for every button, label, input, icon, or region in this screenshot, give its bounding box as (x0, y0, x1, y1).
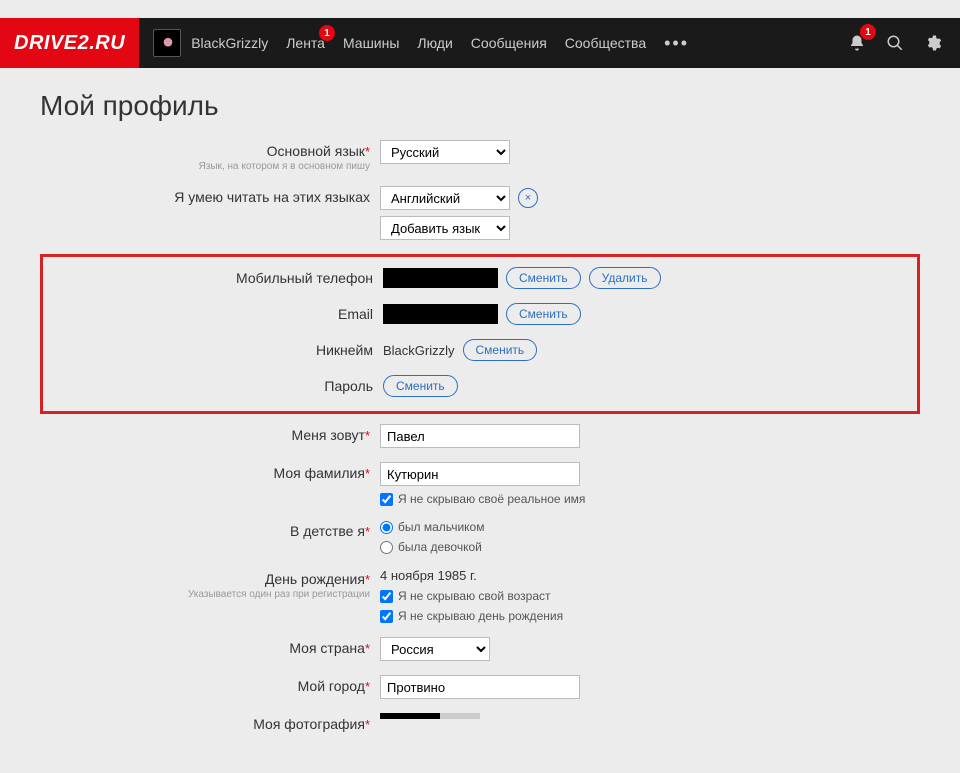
phone-label: Мобильный телефон (236, 270, 373, 286)
nav-cars[interactable]: Машины (343, 35, 399, 51)
city-input[interactable] (380, 675, 580, 699)
page-title: Мой профиль (40, 90, 920, 122)
row-childhood: В детстве я* был мальчиком была девочкой (40, 520, 920, 554)
notif-badge: 1 (860, 24, 876, 40)
phone-change-button[interactable]: Сменить (506, 267, 581, 289)
row-birthday: День рождения* Указывается один раз при … (40, 568, 920, 623)
phone-value-redacted (383, 268, 498, 288)
bell-icon[interactable]: 1 (848, 34, 866, 52)
row-password: Пароль Сменить (43, 375, 917, 397)
country-select[interactable]: Россия (380, 637, 490, 661)
bday-checkbox[interactable] (380, 610, 393, 623)
add-language-select[interactable]: Добавить язык (380, 216, 510, 240)
highlighted-section: Мобильный телефон Сменить Удалить Email … (40, 254, 920, 414)
remove-language-button[interactable]: × (518, 188, 538, 208)
realname-checkbox[interactable] (380, 493, 393, 506)
bday-checkbox-text: Я не скрываю день рождения (398, 609, 563, 623)
logo[interactable]: DRIVE2.RU (0, 18, 139, 68)
country-label: Моя страна (289, 640, 365, 656)
age-checkbox-label[interactable]: Я не скрываю свой возраст (380, 589, 920, 603)
nickname-label: Никнейм (316, 342, 373, 358)
email-change-button[interactable]: Сменить (506, 303, 581, 325)
realname-checkbox-text: Я не скрываю своё реальное имя (398, 492, 585, 506)
top-nav: BlackGrizzly Лента1 Машины Люди Сообщени… (191, 33, 689, 54)
row-read-languages: Я умею читать на этих языках Английский … (40, 186, 920, 240)
surname-input[interactable] (380, 462, 580, 486)
nav-feed[interactable]: Лента1 (286, 35, 325, 51)
avatar[interactable] (153, 29, 181, 57)
nickname-change-button[interactable]: Сменить (463, 339, 538, 361)
boy-radio-text: был мальчиком (398, 520, 484, 534)
birthday-hint: Указывается один раз при регистрации (40, 589, 370, 600)
password-label: Пароль (324, 378, 373, 394)
nav-people[interactable]: Люди (417, 35, 452, 51)
row-email: Email Сменить (43, 303, 917, 325)
realname-checkbox-label[interactable]: Я не скрываю своё реальное имя (380, 492, 920, 506)
row-photo: Моя фотография* (40, 713, 920, 732)
feed-badge: 1 (319, 25, 335, 41)
nav-communities[interactable]: Сообщества (565, 35, 646, 51)
boy-radio[interactable] (380, 521, 393, 534)
row-language: Основной язык* Язык, на котором я в осно… (40, 140, 920, 172)
girl-radio[interactable] (380, 541, 393, 554)
email-label: Email (338, 306, 373, 322)
firstname-input[interactable] (380, 424, 580, 448)
search-icon[interactable] (886, 34, 904, 52)
photo-thumbnail[interactable] (380, 713, 480, 719)
girl-radio-label[interactable]: была девочкой (380, 540, 920, 554)
row-phone: Мобильный телефон Сменить Удалить (43, 267, 917, 289)
nav-messages[interactable]: Сообщения (471, 35, 547, 51)
girl-radio-text: была девочкой (398, 540, 482, 554)
phone-delete-button[interactable]: Удалить (589, 267, 661, 289)
photo-label: Моя фотография (253, 716, 365, 732)
boy-radio-label[interactable]: был мальчиком (380, 520, 920, 534)
content: Мой профиль Основной язык* Язык, на кото… (0, 68, 960, 732)
nav-username[interactable]: BlackGrizzly (191, 35, 268, 51)
row-surname: Моя фамилия* Я не скрываю своё реальное … (40, 462, 920, 506)
nav-more-icon[interactable]: ••• (664, 33, 689, 54)
language-select[interactable]: Русский (380, 140, 510, 164)
surname-label: Моя фамилия (274, 465, 365, 481)
firstname-label: Меня зовут (292, 427, 365, 443)
nav-feed-label: Лента (286, 35, 325, 51)
header: DRIVE2.RU BlackGrizzly Лента1 Машины Люд… (0, 18, 960, 68)
birthday-label: День рождения (265, 571, 365, 587)
gear-icon[interactable] (924, 34, 942, 52)
age-checkbox-text: Я не скрываю свой возраст (398, 589, 551, 603)
language-hint: Язык, на котором я в основном пишу (40, 161, 370, 172)
read-languages-label: Я умею читать на этих языках (174, 189, 370, 205)
read-language-select[interactable]: Английский (380, 186, 510, 210)
language-label: Основной язык (267, 143, 365, 159)
row-country: Моя страна* Россия (40, 637, 920, 661)
row-city: Мой город* (40, 675, 920, 699)
nickname-value: BlackGrizzly (383, 343, 455, 358)
age-checkbox[interactable] (380, 590, 393, 603)
password-change-button[interactable]: Сменить (383, 375, 458, 397)
birthday-value: 4 ноября 1985 г. (380, 568, 477, 583)
bday-checkbox-label[interactable]: Я не скрываю день рождения (380, 609, 920, 623)
email-value-redacted (383, 304, 498, 324)
row-firstname: Меня зовут* (40, 424, 920, 448)
childhood-label: В детстве я (290, 523, 365, 539)
city-label: Мой город (298, 678, 365, 694)
row-nickname: Никнейм BlackGrizzly Сменить (43, 339, 917, 361)
